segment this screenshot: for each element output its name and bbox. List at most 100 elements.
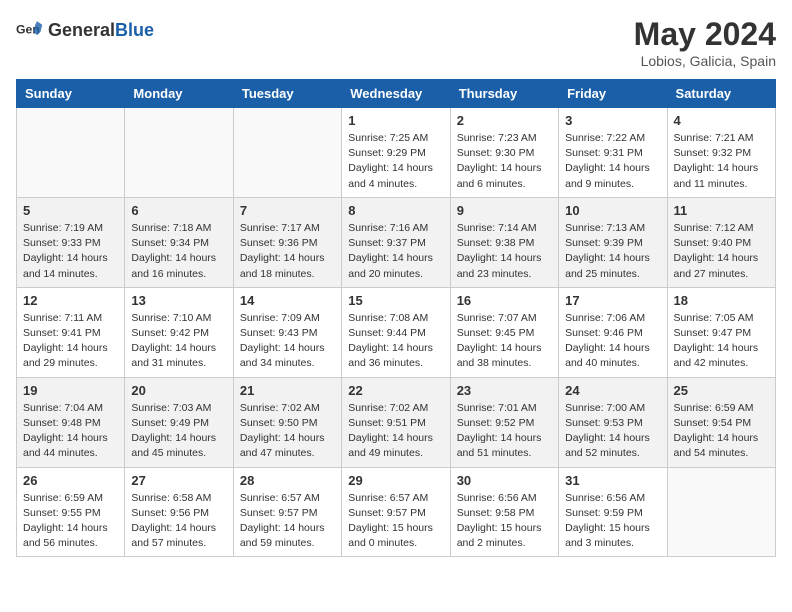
calendar-cell: 18Sunrise: 7:05 AMSunset: 9:47 PMDayligh… — [667, 287, 775, 377]
day-number: 19 — [23, 383, 118, 398]
day-info: Sunrise: 7:25 AMSunset: 9:29 PMDaylight:… — [348, 131, 443, 192]
calendar-header-row: SundayMondayTuesdayWednesdayThursdayFrid… — [17, 80, 776, 108]
calendar-cell: 21 Sunrise: 7:02 AMSunset: 9:50 PMDayligh… — [233, 377, 341, 467]
calendar-cell: 28 Sunrise: 6:57 AMSunset: 9:57 PMDayligh… — [233, 467, 341, 557]
logo-icon: Gen — [16, 16, 44, 44]
column-header-friday: Friday — [559, 80, 667, 108]
calendar-cell: 22 Sunrise: 7:02 AMSunset: 9:51 PMDayligh… — [342, 377, 450, 467]
day-number: 1 — [348, 113, 443, 128]
calendar-week-row: 12 Sunrise: 7:11 AMSunset: 9:41 PMDayligh… — [17, 287, 776, 377]
day-info: Sunrise: 7:02 AMSunset: 9:51 PMDaylight:… — [348, 401, 443, 462]
day-number: 9 — [457, 203, 552, 218]
day-number: 8 — [348, 203, 443, 218]
page-header: Gen GeneralBlue May 2024 Lobios, Galicia… — [16, 16, 776, 69]
day-info: Sunrise: 7:13 AMSunset: 9:39 PMDaylight:… — [565, 221, 660, 282]
logo: Gen GeneralBlue — [16, 16, 154, 44]
day-info: Sunrise: 6:57 AMSunset: 9:57 PMDaylight:… — [240, 491, 335, 552]
day-number: 4 — [674, 113, 769, 128]
day-info: Sunrise: 6:59 AMSunset: 9:55 PMDaylight:… — [23, 491, 118, 552]
day-info: Sunrise: 6:56 AMSunset: 9:58 PMDaylight:… — [457, 491, 552, 552]
day-info: Sunrise: 6:59 AMSunset: 9:54 PMDaylight:… — [674, 401, 769, 462]
calendar-cell: 4 Sunrise: 7:21 AMSunset: 9:32 PMDaylight… — [667, 108, 775, 198]
title-block: May 2024 Lobios, Galicia, Spain — [634, 16, 776, 69]
day-info: Sunrise: 6:56 AMSunset: 9:59 PMDaylight:… — [565, 491, 660, 552]
calendar-cell: 31 Sunrise: 6:56 AMSunset: 9:59 PMDayligh… — [559, 467, 667, 557]
day-number: 27 — [131, 473, 226, 488]
calendar-cell: 19 Sunrise: 7:04 AMSunset: 9:48 PMDayligh… — [17, 377, 125, 467]
day-number: 10 — [565, 203, 660, 218]
calendar-cell — [17, 108, 125, 198]
column-header-monday: Monday — [125, 80, 233, 108]
day-number: 6 — [131, 203, 226, 218]
day-number: 24 — [565, 383, 660, 398]
day-info: Sunrise: 7:16 AMSunset: 9:37 PMDaylight:… — [348, 221, 443, 282]
day-number: 23 — [457, 383, 552, 398]
day-info: Sunrise: 7:08 AMSunset: 9:44 PMDaylight:… — [348, 311, 443, 372]
logo-general: General — [48, 20, 115, 40]
calendar-cell: 11 Sunrise: 7:12 AMSunset: 9:40 PMDayligh… — [667, 197, 775, 287]
day-number: 21 — [240, 383, 335, 398]
calendar-cell: 3Sunrise: 7:22 AMSunset: 9:31 PMDaylight… — [559, 108, 667, 198]
calendar-cell: 23 Sunrise: 7:01 AMSunset: 9:52 PMDayligh… — [450, 377, 558, 467]
day-info: Sunrise: 7:14 AMSunset: 9:38 PMDaylight:… — [457, 221, 552, 282]
calendar-cell: 8 Sunrise: 7:16 AMSunset: 9:37 PMDaylight… — [342, 197, 450, 287]
calendar-cell: 20Sunrise: 7:03 AMSunset: 9:49 PMDayligh… — [125, 377, 233, 467]
column-header-tuesday: Tuesday — [233, 80, 341, 108]
calendar-cell — [667, 467, 775, 557]
day-number: 7 — [240, 203, 335, 218]
calendar-cell: 29 Sunrise: 6:57 AMSunset: 9:57 PMDayligh… — [342, 467, 450, 557]
day-number: 13 — [131, 293, 226, 308]
day-number: 17 — [565, 293, 660, 308]
calendar-cell: 24 Sunrise: 7:00 AMSunset: 9:53 PMDayligh… — [559, 377, 667, 467]
calendar-cell: 9 Sunrise: 7:14 AMSunset: 9:38 PMDaylight… — [450, 197, 558, 287]
day-info: Sunrise: 7:21 AMSunset: 9:32 PMDaylight:… — [674, 131, 769, 192]
calendar-cell: 26Sunrise: 6:59 AMSunset: 9:55 PMDayligh… — [17, 467, 125, 557]
calendar-cell: 1 Sunrise: 7:25 AMSunset: 9:29 PMDaylight… — [342, 108, 450, 198]
calendar-cell: 7Sunrise: 7:17 AMSunset: 9:36 PMDaylight… — [233, 197, 341, 287]
day-info: Sunrise: 7:12 AMSunset: 9:40 PMDaylight:… — [674, 221, 769, 282]
day-number: 3 — [565, 113, 660, 128]
day-info: Sunrise: 7:03 AMSunset: 9:49 PMDaylight:… — [131, 401, 226, 462]
day-info: Sunrise: 7:10 AMSunset: 9:42 PMDaylight:… — [131, 311, 226, 372]
calendar-cell: 13 Sunrise: 7:10 AMSunset: 9:42 PMDayligh… — [125, 287, 233, 377]
day-info: Sunrise: 7:23 AMSunset: 9:30 PMDaylight:… — [457, 131, 552, 192]
calendar-cell: 6 Sunrise: 7:18 AMSunset: 9:34 PMDaylight… — [125, 197, 233, 287]
day-number: 25 — [674, 383, 769, 398]
day-info: Sunrise: 7:00 AMSunset: 9:53 PMDaylight:… — [565, 401, 660, 462]
column-header-saturday: Saturday — [667, 80, 775, 108]
day-number: 5 — [23, 203, 118, 218]
day-number: 31 — [565, 473, 660, 488]
day-number: 16 — [457, 293, 552, 308]
calendar-cell: 2 Sunrise: 7:23 AMSunset: 9:30 PMDaylight… — [450, 108, 558, 198]
day-number: 11 — [674, 203, 769, 218]
calendar-cell: 10 Sunrise: 7:13 AMSunset: 9:39 PMDayligh… — [559, 197, 667, 287]
day-number: 22 — [348, 383, 443, 398]
calendar-cell: 30Sunrise: 6:56 AMSunset: 9:58 PMDayligh… — [450, 467, 558, 557]
column-header-sunday: Sunday — [17, 80, 125, 108]
day-number: 2 — [457, 113, 552, 128]
day-info: Sunrise: 6:57 AMSunset: 9:57 PMDaylight:… — [348, 491, 443, 552]
day-info: Sunrise: 7:05 AMSunset: 9:47 PMDaylight:… — [674, 311, 769, 372]
logo-blue: Blue — [115, 20, 154, 40]
day-info: Sunrise: 7:01 AMSunset: 9:52 PMDaylight:… — [457, 401, 552, 462]
day-number: 29 — [348, 473, 443, 488]
calendar-cell: 27Sunrise: 6:58 AMSunset: 9:56 PMDayligh… — [125, 467, 233, 557]
calendar-week-row: 19 Sunrise: 7:04 AMSunset: 9:48 PMDayligh… — [17, 377, 776, 467]
calendar-cell: 17 Sunrise: 7:06 AMSunset: 9:46 PMDayligh… — [559, 287, 667, 377]
day-number: 15 — [348, 293, 443, 308]
day-number: 28 — [240, 473, 335, 488]
column-header-thursday: Thursday — [450, 80, 558, 108]
page-title: May 2024 — [634, 16, 776, 53]
calendar-cell — [125, 108, 233, 198]
calendar-table: SundayMondayTuesdayWednesdayThursdayFrid… — [16, 79, 776, 557]
day-number: 12 — [23, 293, 118, 308]
day-info: Sunrise: 7:19 AMSunset: 9:33 PMDaylight:… — [23, 221, 118, 282]
day-info: Sunrise: 7:06 AMSunset: 9:46 PMDaylight:… — [565, 311, 660, 372]
calendar-cell: 5 Sunrise: 7:19 AMSunset: 9:33 PMDaylight… — [17, 197, 125, 287]
day-info: Sunrise: 7:09 AMSunset: 9:43 PMDaylight:… — [240, 311, 335, 372]
calendar-cell: 16Sunrise: 7:07 AMSunset: 9:45 PMDayligh… — [450, 287, 558, 377]
day-info: Sunrise: 7:04 AMSunset: 9:48 PMDaylight:… — [23, 401, 118, 462]
day-info: Sunrise: 7:02 AMSunset: 9:50 PMDaylight:… — [240, 401, 335, 462]
day-info: Sunrise: 7:18 AMSunset: 9:34 PMDaylight:… — [131, 221, 226, 282]
day-info: Sunrise: 7:11 AMSunset: 9:41 PMDaylight:… — [23, 311, 118, 372]
